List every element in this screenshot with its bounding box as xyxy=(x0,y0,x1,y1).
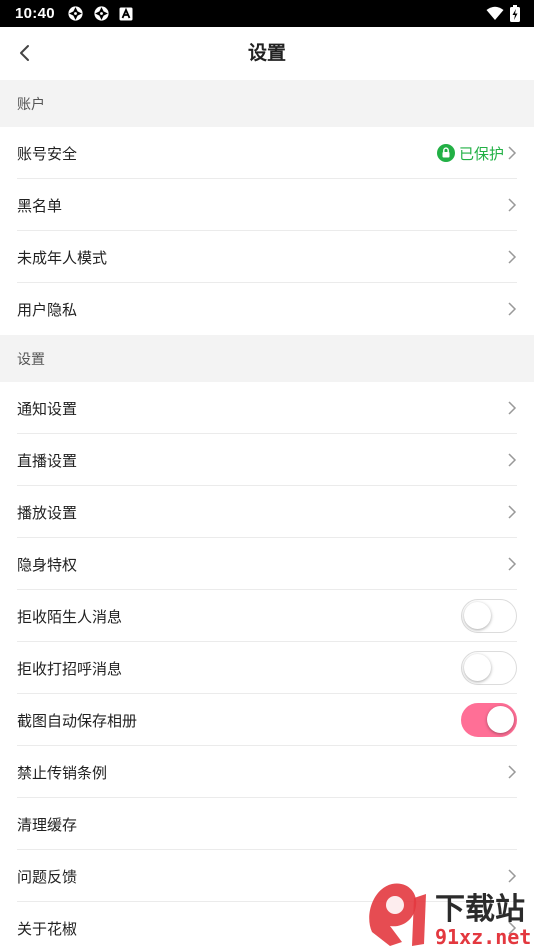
battery-charging-icon xyxy=(510,5,520,22)
row-label: 隐身特权 xyxy=(17,555,78,574)
watermark-url: 91xz.net xyxy=(435,925,531,949)
chevron-right-icon xyxy=(508,250,517,264)
row-label: 通知设置 xyxy=(17,399,78,418)
chevron-right-icon xyxy=(508,401,517,415)
row-label: 拒收陌生人消息 xyxy=(17,607,123,626)
row-user-privacy[interactable]: 用户隐私 xyxy=(0,283,534,335)
toggle-knob xyxy=(464,602,491,629)
notification-a-icon xyxy=(119,7,133,20)
row-notification-settings[interactable]: 通知设置 xyxy=(0,382,534,434)
row-label: 关于花椒 xyxy=(17,919,78,938)
chevron-right-icon xyxy=(508,557,517,571)
row-blacklist[interactable]: 黑名单 xyxy=(0,179,534,231)
watermark-title: 下载站 xyxy=(435,892,525,927)
row-label: 用户隐私 xyxy=(17,300,78,319)
section-header-account: 账户 xyxy=(0,80,534,127)
row-minor-mode[interactable]: 未成年人模式 xyxy=(0,231,534,283)
row-invisible-privilege[interactable]: 隐身特权 xyxy=(0,538,534,590)
wifi-icon xyxy=(486,6,504,20)
row-label: 未成年人模式 xyxy=(17,248,108,267)
settings-list: 账户 账号安全 已保护 黑名单 未成年人模式 用户隐私 设置 通知设置 直播设置… xyxy=(0,80,534,950)
row-playback-settings[interactable]: 播放设置 xyxy=(0,486,534,538)
row-label: 直播设置 xyxy=(17,451,78,470)
row-reject-stranger-messages: 拒收陌生人消息 xyxy=(0,590,534,642)
row-label: 播放设置 xyxy=(17,503,78,522)
chevron-right-icon xyxy=(508,302,517,316)
row-label: 黑名单 xyxy=(17,196,63,215)
chevron-right-icon xyxy=(508,453,517,467)
section-header-settings: 设置 xyxy=(0,335,534,382)
row-account-security[interactable]: 账号安全 已保护 xyxy=(0,127,534,179)
chevron-right-icon xyxy=(508,198,517,212)
status-time: 10:40 xyxy=(15,5,55,22)
settings-gear-icon xyxy=(94,6,109,21)
toggle-knob xyxy=(464,654,491,681)
settings-gear-icon xyxy=(68,6,83,21)
lock-icon xyxy=(436,144,455,162)
watermark-logo: 下载站 91xz.net xyxy=(369,883,531,949)
row-label: 禁止传销条例 xyxy=(17,763,108,782)
row-auto-save-screenshot: 截图自动保存相册 xyxy=(0,694,534,746)
row-reject-greeting-messages: 拒收打招呼消息 xyxy=(0,642,534,694)
chevron-right-icon xyxy=(508,146,517,160)
row-anti-pyramid-rules[interactable]: 禁止传销条例 xyxy=(0,746,534,798)
auto-save-screenshot-toggle[interactable] xyxy=(461,703,517,737)
top-app-bar: 设置 xyxy=(0,27,534,80)
row-label: 清理缓存 xyxy=(17,815,78,834)
row-label: 拒收打招呼消息 xyxy=(17,659,123,678)
status-bar: 10:40 xyxy=(0,0,534,27)
row-clear-cache[interactable]: 清理缓存 xyxy=(0,798,534,850)
row-label: 问题反馈 xyxy=(17,867,78,886)
chevron-right-icon xyxy=(508,505,517,519)
row-label: 截图自动保存相册 xyxy=(17,711,138,730)
protected-badge: 已保护 xyxy=(436,143,504,164)
chevron-right-icon xyxy=(508,765,517,779)
row-label: 账号安全 xyxy=(17,144,78,163)
reject-stranger-messages-toggle[interactable] xyxy=(461,599,517,633)
reject-greeting-messages-toggle[interactable] xyxy=(461,651,517,685)
protected-status-text: 已保护 xyxy=(458,144,504,163)
page-title: 设置 xyxy=(247,42,286,64)
row-live-settings[interactable]: 直播设置 xyxy=(0,434,534,486)
toggle-knob xyxy=(487,706,514,733)
